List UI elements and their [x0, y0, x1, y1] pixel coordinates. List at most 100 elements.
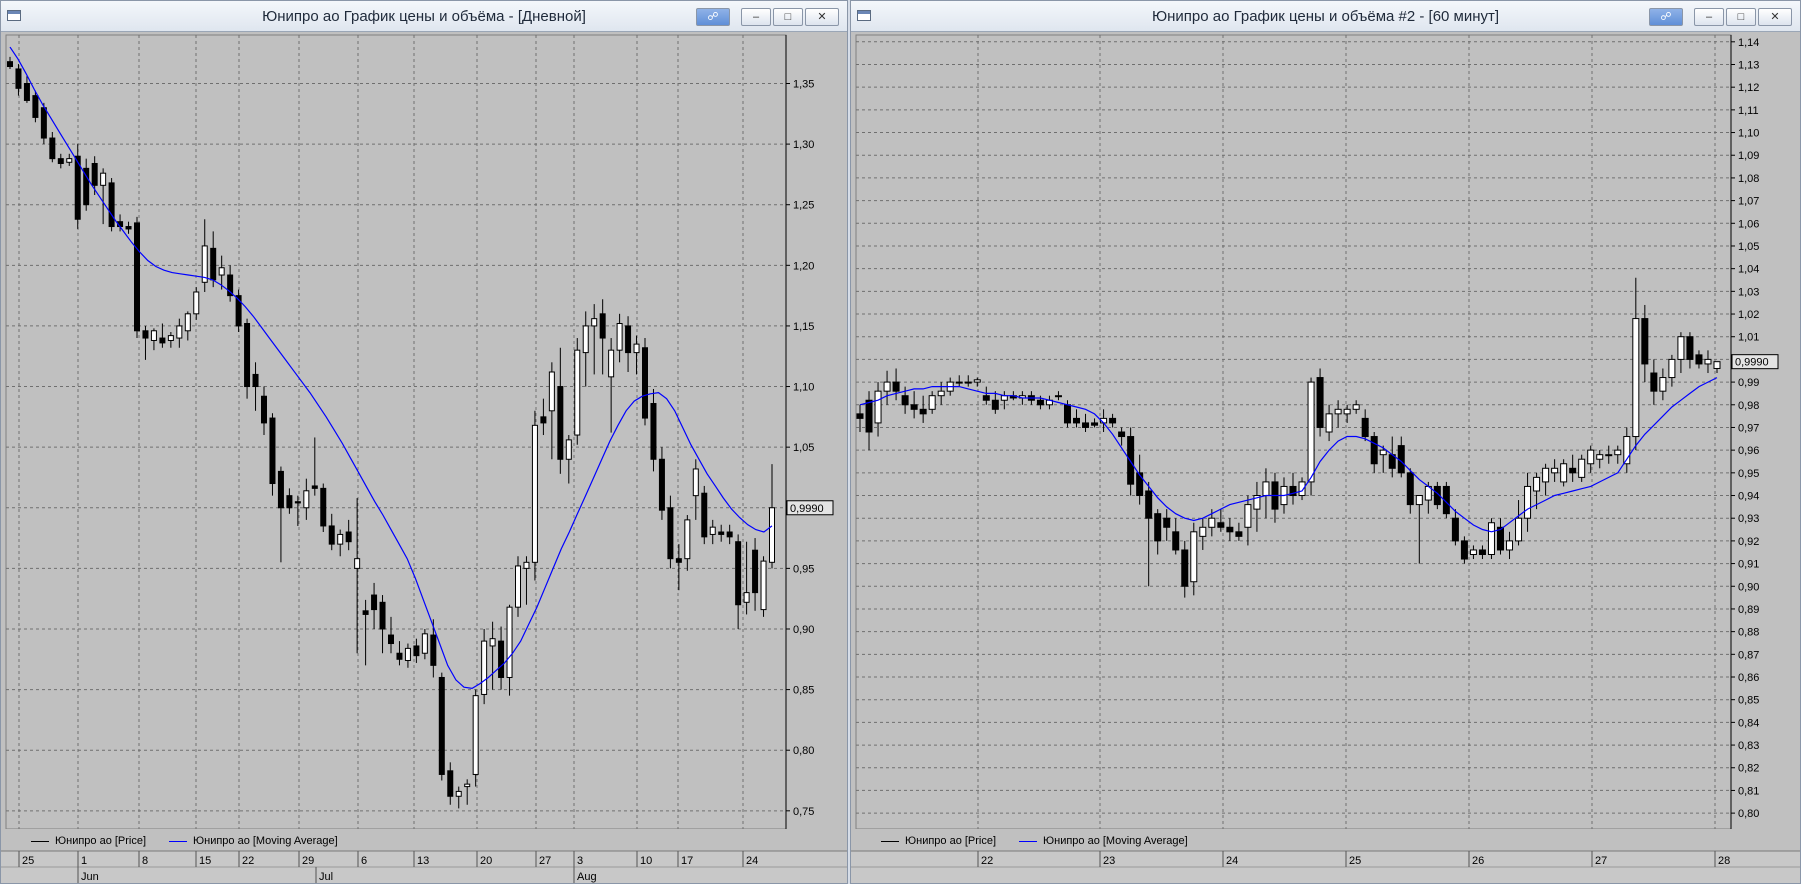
y-tick-label: 0,75: [793, 806, 814, 818]
close-button[interactable]: ✕: [1758, 8, 1792, 26]
link-icon[interactable]: ☍: [696, 8, 730, 26]
candle-body: [1127, 436, 1135, 485]
candle-body: [616, 323, 623, 351]
candle-body: [1569, 467, 1577, 474]
legend-item-price: Юнипро ао [Price]: [31, 835, 146, 847]
last-price-label: 0,9990: [790, 503, 824, 515]
x-tick-label: 29: [302, 855, 314, 867]
candle-body: [650, 403, 657, 460]
y-tick-label: 1,20: [793, 260, 814, 272]
candle-body: [531, 424, 538, 563]
candle-body: [142, 330, 149, 339]
y-tick-label: 0,84: [1738, 717, 1759, 729]
candle-body: [726, 531, 733, 538]
plot-area: [855, 34, 1732, 830]
candle-body: [396, 652, 403, 660]
candle-body: [472, 695, 479, 775]
minimize-button[interactable]: –: [741, 8, 771, 26]
x-tick-label: 28: [1718, 855, 1730, 867]
candle-body: [1063, 404, 1071, 424]
y-tick-label: 0,83: [1738, 740, 1759, 752]
candle-body: [1596, 454, 1604, 460]
y-tick-label: 0,95: [793, 563, 814, 575]
maximize-button[interactable]: □: [773, 8, 803, 26]
candle-body: [421, 633, 428, 654]
y-tick-label: 0,98: [1738, 400, 1759, 412]
candle-body: [1181, 549, 1189, 587]
candle-body: [574, 349, 581, 436]
candle-body: [1262, 481, 1270, 497]
candle-body: [1136, 472, 1144, 497]
minimize-button[interactable]: –: [1694, 8, 1724, 26]
candle-body: [1587, 449, 1595, 465]
link-icon[interactable]: ☍: [1649, 8, 1683, 26]
y-tick-label: 1,15: [793, 321, 814, 333]
window-titlebar[interactable]: Юнипро ао График цены и объёма - [Дневно…: [1, 1, 847, 32]
candle-body: [964, 381, 972, 384]
candle-body: [193, 291, 200, 315]
candle-body: [910, 404, 918, 410]
candle-body: [1677, 336, 1685, 360]
candle-body: [210, 247, 217, 281]
candle-body: [481, 640, 488, 695]
candle-body: [261, 395, 267, 424]
chart-window-daily: Юнипро ао График цены и объёма - [Дневно…: [0, 0, 848, 884]
y-tick-label: 0,91: [1738, 559, 1759, 571]
candle-body: [1334, 408, 1342, 415]
candle-body: [1415, 495, 1423, 506]
candle-body: [1686, 336, 1694, 360]
candle-body: [565, 439, 572, 460]
x-tick-label: 17: [681, 855, 693, 867]
candle-body: [982, 395, 990, 401]
price-chart-daily[interactable]: 1,351,301,251,201,151,101,051,000,950,90…: [1, 33, 847, 883]
candle-body: [540, 416, 547, 424]
window-titlebar[interactable]: Юнипро ао График цены и объёма #2 - [60 …: [851, 1, 1800, 32]
candle: [1560, 459, 1568, 487]
candle-body: [1469, 549, 1477, 556]
candle-body: [1506, 540, 1514, 551]
candle-body: [1226, 526, 1234, 533]
y-tick-label: 0,86: [1738, 672, 1759, 684]
candle-body: [642, 347, 648, 419]
maximize-button[interactable]: □: [1726, 8, 1756, 26]
close-button[interactable]: ✕: [805, 8, 839, 26]
candle-body: [176, 325, 183, 339]
candle-body: [286, 495, 293, 509]
y-tick-label: 1,05: [1738, 241, 1759, 253]
candle-body: [108, 182, 115, 228]
last-price-label: 0,9990: [1735, 357, 1769, 369]
candle-body: [379, 601, 386, 630]
x-tick-label: 13: [417, 855, 429, 867]
candle-body: [328, 525, 335, 545]
candle-body: [354, 558, 361, 569]
y-tick-label: 1,07: [1738, 196, 1759, 208]
candle-body: [371, 594, 378, 611]
candle-body: [752, 549, 759, 594]
candle-body: [159, 337, 166, 344]
x-tick-label: 24: [746, 855, 758, 867]
candle-body: [404, 647, 411, 662]
price-chart-hourly[interactable]: 1,14 1,13 1,12 1,11 1,10 1,09 1,08 1,07 1,06 1,05…: [851, 33, 1800, 883]
candle-body: [150, 330, 157, 341]
candle-body: [1307, 381, 1315, 483]
candle: [269, 413, 276, 496]
y-tick-label: 1,02: [1738, 309, 1759, 321]
candle-body: [1361, 417, 1369, 438]
y-tick-label: 0,99: [1738, 377, 1759, 389]
candle-body: [134, 222, 140, 332]
y-tick-label: 1,05: [793, 442, 814, 454]
candle-body: [244, 323, 251, 388]
candle-body: [1154, 513, 1162, 542]
x-month-label: Jul: [319, 871, 333, 883]
candle-body: [1316, 377, 1324, 428]
y-tick-label: 0,81: [1738, 785, 1759, 797]
candle-body: [591, 318, 598, 327]
candle-body: [1370, 436, 1378, 465]
candle-body: [23, 82, 30, 101]
candle-body: [865, 399, 873, 433]
candle: [1316, 368, 1324, 437]
x-tick-label: 25: [1349, 855, 1361, 867]
candle-body: [1605, 454, 1613, 457]
candle-body: [1091, 422, 1099, 426]
y-tick-label: 1,11: [1738, 105, 1759, 117]
